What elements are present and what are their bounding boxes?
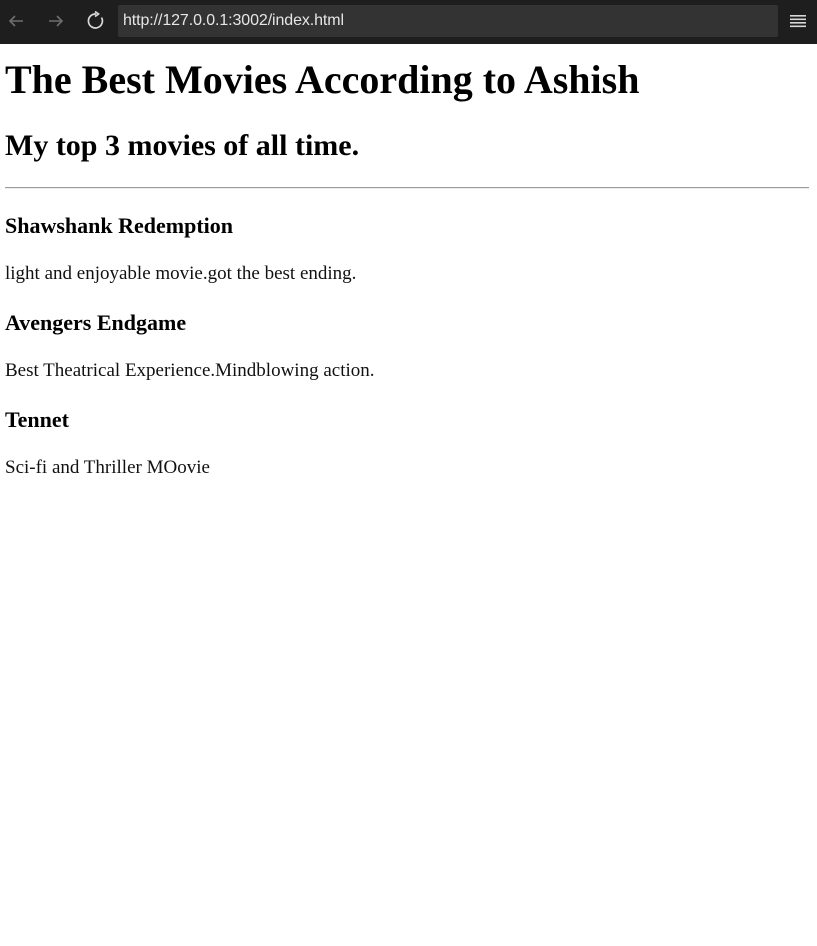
divider xyxy=(5,187,809,189)
back-arrow-icon xyxy=(8,15,23,27)
forward-button[interactable] xyxy=(42,6,70,36)
menu-icon xyxy=(790,15,806,28)
forward-arrow-icon xyxy=(49,15,64,27)
movie-title: Tennet xyxy=(5,407,69,432)
page-subtitle: My top 3 movies of all time. xyxy=(5,129,360,162)
movie-description: light and enjoyable movie.got the best e… xyxy=(5,263,357,284)
page-title: The Best Movies According to Ashish xyxy=(5,57,640,102)
url-text: http://127.0.0.1:3002/index.html xyxy=(123,12,344,29)
movie-description: Sci-fi and Thriller MOovie xyxy=(5,457,210,478)
back-button[interactable] xyxy=(2,6,30,36)
movie-description: Best Theatrical Experience.Mindblowing a… xyxy=(5,360,375,381)
reload-icon xyxy=(87,11,104,29)
menu-button[interactable] xyxy=(787,8,809,34)
movie-title: Shawshank Redemption xyxy=(5,213,234,238)
url-bar[interactable]: http://127.0.0.1:3002/index.html xyxy=(118,5,778,37)
reload-button[interactable] xyxy=(82,6,110,36)
movie-title: Avengers Endgame xyxy=(5,310,187,335)
browser-toolbar: http://127.0.0.1:3002/index.html xyxy=(0,0,817,44)
